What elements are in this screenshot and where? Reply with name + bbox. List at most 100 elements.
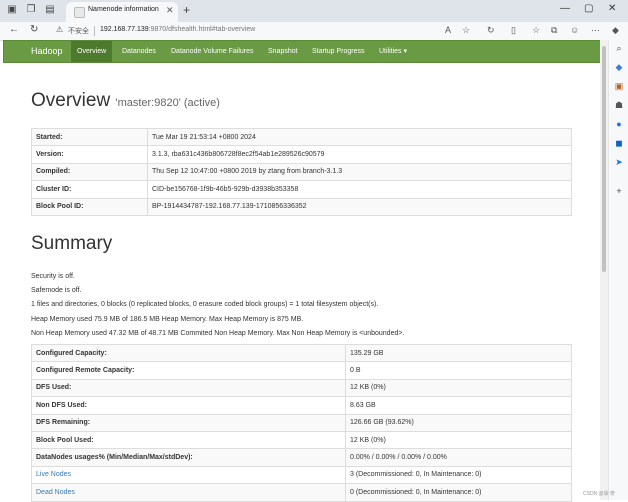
- workspaces-icon[interactable]: ❐: [25, 4, 37, 16]
- heap-memory: Heap Memory used 75.9 MB of 186.5 MB Hea…: [31, 316, 304, 323]
- overview-heading: Overview 'master:9820' (active): [31, 90, 220, 112]
- table-row: Cluster ID: CID-be156768-1f9b-46b5-929b-d…: [31, 180, 572, 199]
- nav-snapshot[interactable]: Snapshot: [268, 41, 298, 62]
- copilot-icon[interactable]: ◆: [612, 25, 619, 36]
- url-separator: [94, 26, 95, 36]
- table-row: Configured Capacity: 135.29 GB: [31, 343, 572, 363]
- minimize-icon[interactable]: —: [560, 3, 570, 14]
- reload-icon[interactable]: ↻: [30, 24, 38, 35]
- table-row: Compiled: Thu Sep 12 10:47:00 +0800 2019 …: [31, 162, 572, 182]
- brand-logo[interactable]: Hadoop: [31, 46, 63, 56]
- refresh-extension-icon[interactable]: ↻: [487, 25, 495, 36]
- close-window-icon[interactable]: ✕: [608, 3, 616, 14]
- row-label: Configured Remote Capacity:: [31, 361, 346, 380]
- row-label: Started:: [31, 127, 148, 147]
- browser-sidebar: ⌕ ◆ ▣ ☗ ● ◼ ➤ +: [608, 40, 628, 500]
- table-row: Version: 3.1.3, rba631c436b806728f8ec2f54…: [31, 145, 572, 164]
- dead-nodes-link[interactable]: Dead Nodes: [31, 483, 346, 502]
- scroll-thumb[interactable]: [602, 46, 606, 272]
- filesystem-objects: 1 files and directories, 0 blocks (0 rep…: [31, 301, 379, 308]
- row-label: Block Pool ID:: [31, 197, 148, 216]
- table-row: Block Pool ID: BP-1914434787-192.168.77.1…: [31, 197, 572, 216]
- row-label: Compiled:: [31, 162, 148, 182]
- live-nodes-link[interactable]: Live Nodes: [31, 465, 346, 485]
- summary-title: Summary: [31, 233, 113, 254]
- row-value: 3 (Decommissioned: 0, In Maintenance: 0): [345, 465, 572, 485]
- circle-icon[interactable]: ●: [614, 119, 624, 129]
- row-label: DFS Used:: [31, 378, 346, 398]
- new-tab-icon[interactable]: +: [183, 3, 190, 17]
- safemode-status: Safemode is off.: [31, 287, 82, 294]
- row-value: 8.63 GB: [345, 396, 572, 415]
- row-value: 12 KB (0%): [345, 378, 572, 398]
- tag-icon[interactable]: ◆: [614, 62, 624, 72]
- row-value: 0 B: [345, 361, 572, 380]
- outlook-icon[interactable]: ◼: [614, 138, 624, 148]
- watermark: CSDN @柒 奇: [583, 491, 616, 497]
- browser-tab-bar: ▣ ❐ ▤ Namenode information ✕ + — ▢ ✕: [0, 0, 628, 22]
- page-scrollbar[interactable]: [600, 40, 608, 500]
- table-row: DataNodes usages% (Min/Median/Max/stdDev…: [31, 448, 572, 467]
- table-row: Live Nodes 3 (Decommissioned: 0, In Maint…: [31, 465, 572, 485]
- non-heap-memory: Non Heap Memory used 47.32 MB of 48.71 M…: [31, 330, 405, 337]
- row-value: 0 (Decommissioned: 0, In Maintenance: 0): [345, 483, 572, 502]
- row-value: 12 KB (0%): [345, 430, 572, 450]
- warning-icon[interactable]: ⚠: [56, 25, 63, 34]
- add-sidebar-icon[interactable]: +: [614, 186, 624, 196]
- url-path: :9870/dfshealth.html#tab-overview: [148, 26, 256, 33]
- more-menu-icon[interactable]: ⋯: [591, 25, 600, 36]
- hadoop-navbar: Hadoop Overview Datanodes Datanode Volum…: [3, 40, 601, 63]
- favorites-icon[interactable]: ☆: [532, 25, 540, 36]
- split-screen-icon[interactable]: ▯: [511, 25, 516, 36]
- url-host: 192.168.77.139: [100, 26, 149, 33]
- table-row: DFS Used: 12 KB (0%): [31, 378, 572, 398]
- url-text[interactable]: 192.168.77.139:9870/dfshealth.html#tab-o…: [100, 26, 255, 33]
- person-icon[interactable]: ☗: [614, 100, 624, 110]
- nav-datanodes[interactable]: Datanodes: [122, 41, 156, 62]
- table-row: Started: Tue Mar 19 21:53:14 +0800 2024: [31, 127, 572, 147]
- nav-startup-progress[interactable]: Startup Progress: [312, 41, 365, 62]
- collections-icon[interactable]: ⧉: [551, 25, 557, 36]
- row-value: CID-be156768-1f9b-46b5-929b-d3938b353358: [147, 180, 572, 199]
- address-toolbar: ← ↻ ⚠ 不安全 192.168.77.139:9870/dfshealth.…: [0, 22, 628, 41]
- browser-tab[interactable]: Namenode information ✕: [66, 2, 178, 22]
- overview-title: Overview: [31, 90, 111, 111]
- row-value: Thu Sep 12 10:47:00 +0800 2019 by ztang …: [147, 162, 572, 182]
- favorite-star-icon[interactable]: ☆: [462, 25, 470, 36]
- nav-overview[interactable]: Overview: [71, 41, 113, 62]
- send-icon[interactable]: ➤: [614, 157, 624, 167]
- maximize-icon[interactable]: ▢: [584, 3, 593, 14]
- row-label: Block Pool Used:: [31, 430, 346, 450]
- back-icon[interactable]: ←: [9, 24, 19, 35]
- profile-icon[interactable]: ☺: [570, 25, 579, 35]
- favicon-icon: [74, 7, 85, 18]
- shopping-icon[interactable]: ▣: [614, 81, 624, 91]
- row-label: Cluster ID:: [31, 180, 148, 199]
- row-value: BP-1914434787-192.168.77.139-17108563363…: [147, 197, 572, 216]
- security-status: Security is off.: [31, 273, 75, 280]
- search-icon[interactable]: ⌕: [614, 43, 624, 53]
- row-label: DFS Remaining:: [31, 413, 346, 432]
- row-label: Version:: [31, 145, 148, 164]
- row-value: 135.29 GB: [345, 343, 572, 363]
- nav-datanode-volume-failures[interactable]: Datanode Volume Failures: [171, 41, 254, 62]
- row-label: Non DFS Used:: [31, 396, 346, 415]
- row-value: 126.66 GB (93.62%): [345, 413, 572, 432]
- table-row: Configured Remote Capacity: 0 B: [31, 361, 572, 380]
- table-row: DFS Remaining: 126.66 GB (93.62%): [31, 413, 572, 432]
- table-row: Block Pool Used: 12 KB (0%): [31, 430, 572, 450]
- table-row: Non DFS Used: 8.63 GB: [31, 396, 572, 415]
- tab-title: Namenode information: [88, 6, 159, 13]
- overview-subtitle: 'master:9820' (active): [115, 97, 220, 109]
- read-aloud-icon[interactable]: A: [445, 25, 451, 35]
- row-value: Tue Mar 19 21:53:14 +0800 2024: [147, 127, 572, 147]
- tab-close-icon[interactable]: ✕: [166, 5, 174, 16]
- insecure-label[interactable]: 不安全: [68, 26, 89, 36]
- row-value: 3.1.3, rba631c436b806728f8ec2f54ab1e2895…: [147, 145, 572, 164]
- browser-menu-icon[interactable]: ▣: [6, 4, 18, 16]
- nav-utilities-dropdown[interactable]: Utilities ▾: [379, 41, 407, 62]
- tab-actions-icon[interactable]: ▤: [44, 4, 56, 16]
- url-bar[interactable]: ⚠ 不安全 192.168.77.139:9870/dfshealth.html…: [52, 24, 482, 38]
- summary-table: Configured Capacity: 135.29 GB Configured…: [31, 343, 572, 502]
- overview-table: Started: Tue Mar 19 21:53:14 +0800 2024 V…: [31, 127, 572, 216]
